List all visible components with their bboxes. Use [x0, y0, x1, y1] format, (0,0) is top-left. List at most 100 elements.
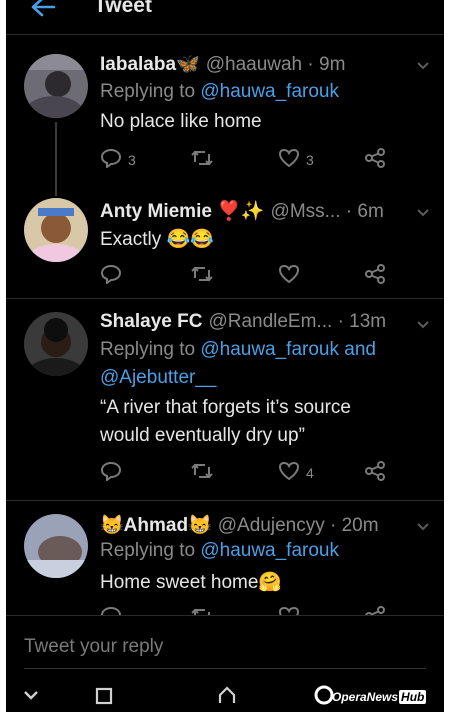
- page-title: Tweet: [94, 0, 152, 17]
- divider: [6, 298, 444, 299]
- tweet-iabalaba[interactable]: Iabalaba🦋 @haauwah · 9m Replying to @hauw…: [6, 40, 444, 185]
- replying-to: Replying to @hauwa_farouk: [100, 540, 339, 562]
- tweet-actions: [100, 606, 400, 615]
- reply-count: 3: [128, 151, 136, 168]
- mention-link[interactable]: @Ajebutter__: [100, 367, 216, 388]
- like-action[interactable]: 3: [278, 148, 314, 171]
- back-arrow-icon[interactable]: [30, 0, 56, 23]
- user-handle[interactable]: @Mss...: [271, 201, 341, 222]
- name-emoji: 😸: [100, 515, 124, 536]
- thread-connector: [55, 122, 57, 196]
- chevron-down-icon[interactable]: [416, 58, 430, 76]
- user-handle[interactable]: @RandleEm...: [208, 311, 332, 332]
- tweet-text: “A river that forgets it’s source: [100, 397, 351, 418]
- retweet-action[interactable]: [190, 606, 214, 615]
- system-nav-bar: OperaNews Hub: [6, 676, 444, 712]
- reply-input-placeholder[interactable]: Tweet your reply: [24, 636, 163, 658]
- share-icon: [364, 606, 386, 615]
- like-action[interactable]: [278, 264, 300, 287]
- like-count: 3: [306, 151, 314, 168]
- opera-news-logo-icon: [314, 684, 334, 711]
- avatar[interactable]: [24, 54, 88, 118]
- retweet-icon: [190, 606, 214, 615]
- tweet-anty-miemie[interactable]: Anty Miemie ❣️✨ @Mss... · 6m Exactly 😂😂: [6, 188, 444, 296]
- heart-icon: [278, 606, 300, 615]
- retweet-icon: [190, 461, 214, 484]
- watermark-text: OperaNews: [332, 690, 399, 704]
- share-action[interactable]: [364, 148, 386, 171]
- tweet-text: No place like home: [100, 111, 262, 132]
- retweet-action[interactable]: [190, 264, 214, 287]
- heart-icon: [278, 461, 300, 484]
- like-action[interactable]: [278, 606, 300, 615]
- share-action[interactable]: [364, 461, 386, 484]
- tweet-actions: [100, 264, 400, 288]
- header-bar: Tweet: [6, 0, 444, 35]
- watermark-badge: Hub: [399, 690, 427, 704]
- reply-icon: [100, 148, 122, 171]
- watermark: OperaNews Hub: [332, 690, 427, 704]
- chevron-down-icon[interactable]: [416, 519, 430, 537]
- tweet-meta: Shalaye FC @RandleEm... · 13m: [100, 311, 386, 333]
- recent-apps-square-icon[interactable]: [94, 686, 114, 711]
- tweet-meta: Anty Miemie ❣️✨ @Mss... · 6m: [100, 199, 384, 223]
- replying-to: Replying to @hauwa_farouk and: [100, 339, 376, 361]
- timestamp: · 20m: [329, 515, 379, 536]
- share-icon: [364, 461, 386, 484]
- avatar[interactable]: [24, 312, 88, 376]
- reply-action[interactable]: 3: [100, 148, 136, 171]
- reply-action[interactable]: [100, 264, 122, 287]
- name-emoji: 😸: [188, 515, 212, 536]
- heart-icon: [278, 148, 300, 171]
- replying-prefix: Replying to: [100, 339, 201, 360]
- retweet-action[interactable]: [190, 461, 214, 484]
- tweet-text: Home sweet home🤗: [100, 572, 283, 593]
- replying-prefix: Replying to: [100, 81, 201, 102]
- chevron-down-icon[interactable]: [416, 317, 430, 335]
- tweet-shalaye-fc[interactable]: Shalaye FC @RandleEm... · 13m Replying to…: [6, 300, 444, 500]
- reply-icon: [100, 461, 122, 484]
- avatar[interactable]: [24, 198, 88, 262]
- mention-link[interactable]: @hauwa_farouk: [200, 81, 339, 102]
- tweet-thread-screen: Tweet Iabalaba🦋 @haauwah · 9m Replying to…: [6, 0, 444, 712]
- display-name[interactable]: Anty Miemie: [100, 201, 212, 222]
- retweet-action[interactable]: [190, 148, 214, 171]
- reply-action[interactable]: [100, 606, 122, 615]
- share-action[interactable]: [364, 264, 386, 287]
- home-button-icon[interactable]: [216, 684, 238, 711]
- tweet-meta: 😸Ahmad😸 @Adujencyy · 20m: [100, 513, 379, 537]
- reply-icon: [100, 264, 122, 287]
- reply-action[interactable]: [100, 461, 122, 484]
- replying-to-continued: @Ajebutter__: [100, 367, 216, 389]
- replying-to: Replying to @hauwa_farouk: [100, 81, 339, 103]
- timestamp: · 6m: [345, 201, 384, 222]
- display-name[interactable]: Iabalaba: [100, 54, 176, 75]
- share-icon: [364, 264, 386, 287]
- input-underline: [24, 668, 426, 669]
- like-action[interactable]: 4: [278, 461, 314, 484]
- name-emoji: ❣️✨: [217, 201, 265, 222]
- retweet-icon: [190, 264, 214, 287]
- nav-down-chevron-icon[interactable]: [22, 688, 40, 706]
- replying-prefix: Replying to: [100, 540, 201, 561]
- name-emoji: 🦋: [176, 54, 200, 75]
- display-name[interactable]: Shalaye FC: [100, 311, 202, 332]
- tweet-ahmad[interactable]: 😸Ahmad😸 @Adujencyy · 20m Replying to @hau…: [6, 502, 444, 615]
- tweet-text: Exactly 😂😂: [100, 229, 214, 250]
- reply-icon: [100, 606, 122, 615]
- share-action[interactable]: [364, 606, 386, 615]
- display-name[interactable]: Ahmad: [124, 515, 188, 536]
- reply-composer[interactable]: Tweet your reply: [6, 615, 444, 672]
- tweet-text: would eventually dry up”: [100, 425, 305, 446]
- tweet-actions: 4: [100, 461, 400, 485]
- like-count: 4: [306, 464, 314, 481]
- mention-link[interactable]: @hauwa_farouk and: [200, 339, 376, 360]
- chevron-down-icon[interactable]: [416, 205, 430, 223]
- timestamp: · 9m: [307, 54, 346, 75]
- avatar[interactable]: [24, 514, 88, 578]
- divider: [6, 500, 444, 501]
- share-icon: [364, 148, 386, 171]
- user-handle[interactable]: @haauwah: [206, 54, 302, 75]
- mention-link[interactable]: @hauwa_farouk: [200, 540, 339, 561]
- user-handle[interactable]: @Adujencyy: [218, 515, 325, 536]
